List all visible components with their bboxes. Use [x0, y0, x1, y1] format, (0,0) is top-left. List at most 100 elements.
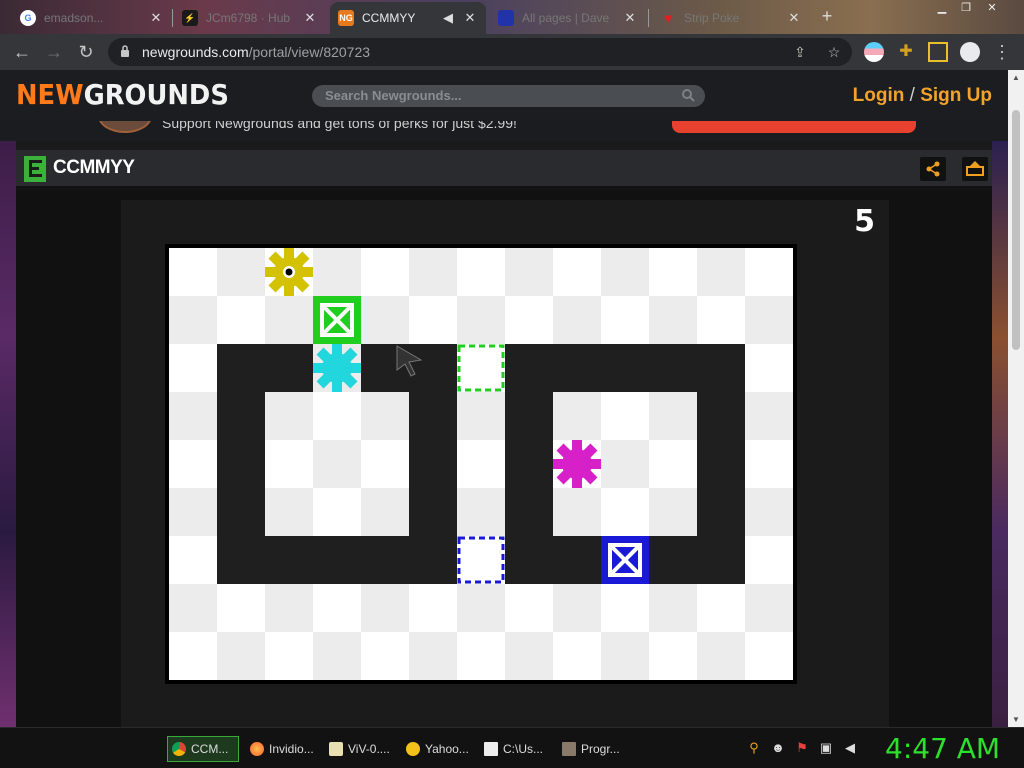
green-crate[interactable] — [313, 296, 361, 344]
game-canvas[interactable]: 5 — [121, 200, 889, 727]
extensions-puzzle-icon[interactable]: ✚ — [896, 42, 916, 62]
search-placeholder: Search Newgrounds... — [325, 88, 462, 103]
board-cell — [505, 296, 553, 344]
program-icon — [562, 742, 576, 756]
address-bar[interactable]: newgrounds.com/portal/view/820723 ⇪ ☆ — [108, 38, 852, 66]
taskbar-item-program[interactable]: Progr... — [558, 736, 630, 762]
board-cell — [313, 584, 361, 632]
board-cell — [601, 440, 649, 488]
profile-avatar-icon[interactable] — [960, 42, 980, 62]
board-cell — [361, 392, 409, 440]
board-cell — [697, 248, 745, 296]
taskbar-item-7zip[interactable]: C:\Us... — [480, 736, 554, 762]
scroll-up-icon[interactable]: ▲ — [1012, 74, 1020, 82]
tab-title: CCMMYY — [362, 11, 416, 25]
board-cell — [745, 296, 793, 344]
close-icon[interactable]: ✕ — [462, 10, 478, 26]
tab-strip-poke[interactable]: ♥ Strip Poke ✕ — [652, 2, 810, 34]
google-icon: G — [20, 10, 36, 26]
taskbar-item-chrome[interactable]: CCM... — [167, 736, 239, 762]
board-cell — [457, 632, 505, 680]
taskbar-item-firefox[interactable]: Invidio... — [246, 736, 320, 762]
board-cell — [457, 296, 505, 344]
board-cell — [361, 632, 409, 680]
volume-tray-icon[interactable]: ◀ — [842, 740, 858, 756]
login-link[interactable]: Login — [853, 85, 905, 106]
minimize-icon[interactable]: ▁ — [930, 0, 954, 16]
forward-button[interactable]: → — [42, 40, 66, 64]
board-cell — [649, 392, 697, 440]
board-cell — [361, 248, 409, 296]
wiki-icon — [498, 10, 514, 26]
share-icon[interactable]: ⇪ — [790, 42, 810, 62]
url-text: newgrounds.com/portal/view/820723 — [142, 44, 371, 60]
tab-hub[interactable]: ⚡ JCm6798 · Hub ✕ — [174, 2, 326, 34]
bookmark-star-icon[interactable]: ☆ — [824, 42, 844, 62]
game-title: CCMMYY — [53, 157, 135, 178]
board-cell — [313, 440, 361, 488]
signup-link[interactable]: Sign Up — [920, 85, 992, 106]
board-cell — [697, 584, 745, 632]
close-icon[interactable]: ✕ — [622, 10, 638, 26]
scrollbar-thumb[interactable] — [1012, 110, 1020, 350]
messenger-tray-icon[interactable]: ☻ — [770, 740, 786, 756]
board-cell — [169, 296, 217, 344]
window-close-icon[interactable]: ✕ — [980, 0, 1004, 16]
newgrounds-logo[interactable]: NEWGROUNDS — [16, 80, 229, 110]
tab-all-pages[interactable]: All pages | Dave ✕ — [490, 2, 646, 34]
blue-crate[interactable] — [601, 536, 649, 584]
tab-ccmmyy[interactable]: NG CCMMYY ◀ ✕ — [330, 2, 486, 34]
board-cell — [601, 632, 649, 680]
fullscreen-button[interactable] — [962, 157, 988, 181]
board-cell — [361, 584, 409, 632]
board-cell — [169, 440, 217, 488]
site-search-input[interactable]: Search Newgrounds... — [312, 85, 705, 107]
search-icon[interactable] — [681, 88, 695, 102]
extension-flag-icon[interactable] — [864, 42, 884, 62]
board-cell — [601, 392, 649, 440]
board-cell — [217, 632, 265, 680]
board-cell — [649, 296, 697, 344]
board-cell — [313, 248, 361, 296]
flag-tray-icon[interactable]: ⚑ — [794, 740, 810, 756]
board-cell — [457, 584, 505, 632]
back-button[interactable]: ← — [10, 40, 34, 64]
yellow-gear-player[interactable] — [265, 248, 313, 296]
network-tray-icon[interactable]: ▣ — [818, 740, 834, 756]
board-cell — [553, 632, 601, 680]
board-cell — [745, 440, 793, 488]
cyan-gear[interactable] — [313, 344, 361, 392]
magenta-gear[interactable] — [553, 440, 601, 488]
promo-button[interactable] — [672, 121, 916, 133]
audio-icon[interactable]: ◀ — [440, 10, 456, 26]
puzzle-board[interactable] — [165, 244, 797, 684]
magenta-gear-part — [562, 449, 592, 479]
board-cell — [649, 584, 697, 632]
sidepanel-icon[interactable] — [928, 42, 948, 62]
board-cell — [217, 248, 265, 296]
board-cell — [505, 632, 553, 680]
supporter-promo: Support Newgrounds and get tons of perks… — [0, 121, 1008, 141]
page-scrollbar[interactable]: ▲ ▼ — [1008, 70, 1024, 728]
restore-icon[interactable]: ❐ — [954, 0, 978, 16]
close-icon[interactable]: ✕ — [148, 10, 164, 26]
reload-button[interactable]: ↻ — [74, 40, 98, 64]
search-tray-icon[interactable]: ⚲ — [746, 740, 762, 756]
new-tab-button[interactable]: + — [815, 5, 839, 29]
cyan-gear-part — [322, 353, 352, 383]
close-icon[interactable]: ✕ — [302, 10, 318, 26]
share-button[interactable] — [920, 157, 946, 181]
board-cell — [457, 536, 505, 584]
tab-google[interactable]: G emadson... ✕ — [12, 2, 172, 34]
taskbar-item-yahoo[interactable]: Yahoo... — [402, 736, 476, 762]
menu-kebab-icon[interactable]: ⋮ — [990, 40, 1014, 64]
board-cell — [601, 488, 649, 536]
board-cell — [265, 392, 313, 440]
board-cell — [409, 632, 457, 680]
close-icon[interactable]: ✕ — [786, 10, 802, 26]
board-cell — [745, 536, 793, 584]
scroll-down-icon[interactable]: ▼ — [1012, 716, 1020, 724]
taskbar-item-viv[interactable]: ViV-0.... — [325, 736, 397, 762]
board-cell — [361, 488, 409, 536]
board-cell — [457, 440, 505, 488]
